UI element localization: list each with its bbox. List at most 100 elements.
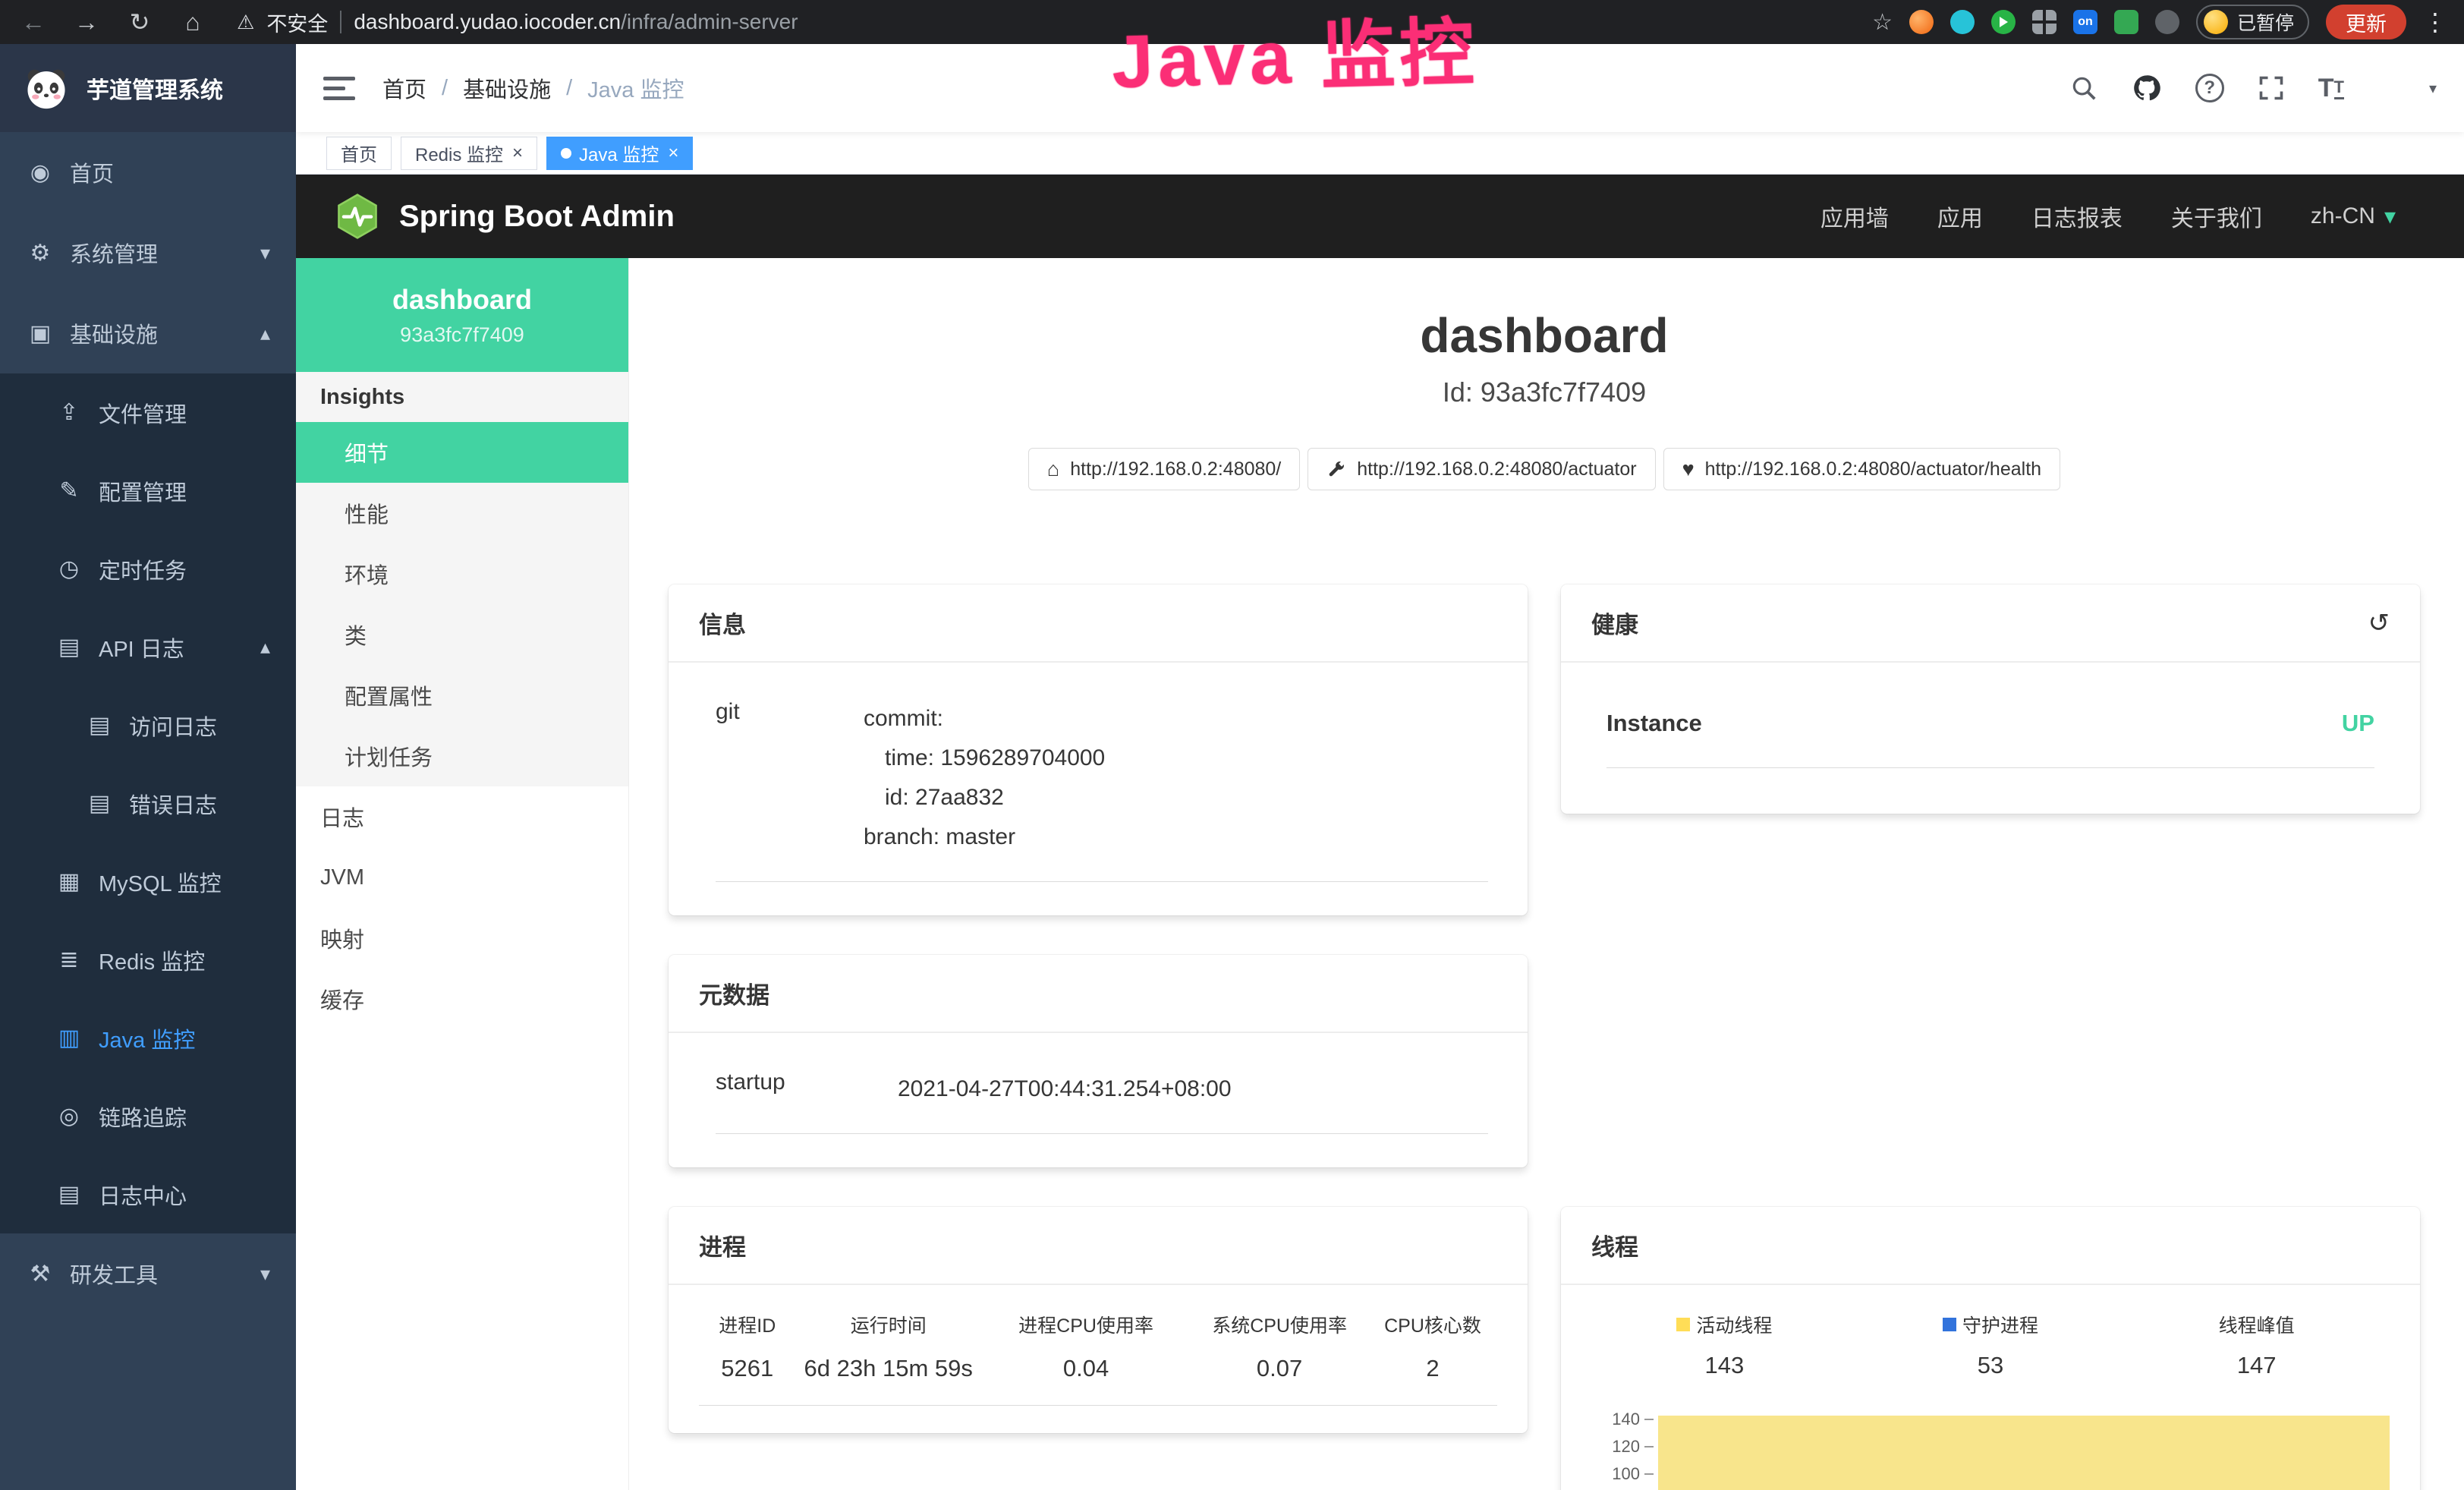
sba-nav-about[interactable]: 关于我们 xyxy=(2171,200,2262,233)
sidebar-item-label: Redis 监控 xyxy=(99,944,205,976)
font-size-icon[interactable]: TT xyxy=(2318,74,2344,103)
dashboard-icon: ◉ xyxy=(26,159,55,186)
sidebar-item-system-management[interactable]: ⚙ 系统管理 ▾ xyxy=(0,213,296,293)
detail-cards-grid: 信息 git commit: time: 1596289704000 id: 2… xyxy=(669,584,2420,1490)
extension-on-icon[interactable]: on xyxy=(2073,10,2097,34)
extension-grid-icon[interactable] xyxy=(2032,10,2056,34)
sidebar-item-java-monitor[interactable]: ▥ Java 监控 xyxy=(0,999,296,1077)
annotation-java-monitor: Java 监控 xyxy=(1110,0,1480,109)
sidebar-item-file-management[interactable]: ⇪ 文件管理 xyxy=(0,373,296,452)
sba-nav-applications[interactable]: 应用 xyxy=(1937,200,1983,233)
sba-item-classes[interactable]: 类 xyxy=(296,604,628,665)
health-instance-label: Instance xyxy=(1606,710,1702,737)
sidebar-item-label: 文件管理 xyxy=(99,397,187,429)
y-axis-tick xyxy=(1644,1473,1654,1475)
page-url[interactable]: dashboard.yudao.iocoder.cn/infra/admin-s… xyxy=(354,10,798,34)
sba-brand[interactable]: Spring Boot Admin xyxy=(334,193,675,240)
sba-nav-links: 应用墙 应用 日志报表 关于我们 zh-CN ▾ xyxy=(1820,200,2426,233)
back-icon[interactable]: ← xyxy=(17,8,50,36)
service-url: http://192.168.0.2:48080/ xyxy=(1070,458,1281,480)
sba-item-jvm[interactable]: JVM xyxy=(296,847,628,908)
legend-label: 守护进程 xyxy=(1962,1311,2038,1338)
tab-home[interactable]: 首页 xyxy=(326,137,392,170)
bookmark-star-icon[interactable]: ☆ xyxy=(1872,9,1893,36)
github-icon[interactable] xyxy=(2132,73,2162,103)
sba-item-environment[interactable]: 环境 xyxy=(296,543,628,604)
refresh-icon[interactable]: ↻ xyxy=(123,8,156,36)
sidebar-logo-row[interactable]: 芋道管理系统 xyxy=(0,44,296,132)
actuator-url-link[interactable]: http://192.168.0.2:48080/actuator xyxy=(1308,448,1655,490)
infrastructure-icon: ▣ xyxy=(26,320,55,347)
profile-paused-badge[interactable]: 已暂停 xyxy=(2196,5,2309,39)
sidebar-item-api-logs[interactable]: ▤ API 日志 ▴ xyxy=(0,608,296,686)
sba-item-details[interactable]: 细节 xyxy=(296,422,628,483)
browser-update-button[interactable]: 更新 xyxy=(2326,5,2406,39)
service-url-link[interactable]: ⌂ http://192.168.0.2:48080/ xyxy=(1028,448,1300,490)
sba-nav-wallboard[interactable]: 应用墙 xyxy=(1820,200,1889,233)
insights-section-label: Insights xyxy=(296,372,628,422)
status-badge: UP xyxy=(2342,710,2374,737)
browser-home-icon[interactable]: ⌂ xyxy=(176,8,209,36)
sidebar-item-dev-tools[interactable]: ⚒ 研发工具 ▾ xyxy=(0,1233,296,1314)
sba-sidebar: dashboard 93a3fc7f7409 Insights 细节 性能 环境… xyxy=(296,258,629,1490)
paused-label: 已暂停 xyxy=(2237,8,2294,36)
y-axis-label: 100 xyxy=(1591,1464,1640,1484)
sidebar-item-label: 定时任务 xyxy=(99,553,187,585)
sidebar-item-config-management[interactable]: ✎ 配置管理 xyxy=(0,452,296,530)
extension-icon[interactable] xyxy=(2114,10,2138,34)
extension-icon[interactable] xyxy=(1950,10,1975,34)
fullscreen-icon[interactable] xyxy=(2258,74,2285,102)
warning-icon: ⚠ xyxy=(237,11,254,34)
user-avatar[interactable]: ▾ xyxy=(2377,65,2437,111)
sidebar-item-mysql-monitor[interactable]: ▦ MySQL 监控 xyxy=(0,843,296,921)
git-id-line: id: 27aa832 xyxy=(864,778,1105,817)
sba-item-mappings[interactable]: 映射 xyxy=(296,908,628,969)
sidebar-item-error-logs[interactable]: ▤ 错误日志 xyxy=(0,764,296,843)
extension-icon[interactable] xyxy=(1909,10,1934,34)
process-card: 进程 进程ID 运行时间 进程CPU使用率 系统CPU使用率 CPU核心数 xyxy=(669,1207,1528,1433)
sidebar-item-tracing[interactable]: ◎ 链路追踪 xyxy=(0,1077,296,1155)
tab-java-monitor[interactable]: Java 监控 × xyxy=(546,137,693,170)
sidebar-item-access-logs[interactable]: ▤ 访问日志 xyxy=(0,686,296,764)
browser-menu-icon[interactable]: ⋮ xyxy=(2423,8,2447,36)
sidebar-item-infrastructure[interactable]: ▣ 基础设施 ▴ xyxy=(0,293,296,373)
infrastructure-submenu: ⇪ 文件管理 ✎ 配置管理 ◷ 定时任务 ▤ API 日志 ▴ ▤ 访问日志 ▤ xyxy=(0,373,296,1233)
legend-live-threads: 活动线程 143 xyxy=(1591,1311,1858,1379)
sidebar-item-label: 研发工具 xyxy=(70,1258,158,1290)
extensions-puzzle-icon[interactable] xyxy=(2155,10,2179,34)
close-icon[interactable]: × xyxy=(668,143,678,164)
browser-right-cluster: ☆ on 已暂停 更新 ⋮ xyxy=(1872,5,2447,39)
hamburger-icon[interactable] xyxy=(323,77,355,100)
col-uptime: 运行时间 xyxy=(796,1311,981,1338)
search-icon[interactable] xyxy=(2069,74,2098,102)
address-bar[interactable]: ⚠ 不安全 dashboard.yudao.iocoder.cn/infra/a… xyxy=(237,8,798,37)
sidebar-item-scheduled-jobs[interactable]: ◷ 定时任务 xyxy=(0,530,296,608)
breadcrumb-infrastructure[interactable]: 基础设施 xyxy=(463,72,551,104)
val-pid: 5261 xyxy=(699,1355,796,1382)
close-icon[interactable]: × xyxy=(512,143,523,164)
sidebar-item-home[interactable]: ◉ 首页 xyxy=(0,132,296,213)
history-icon[interactable]: ↺ xyxy=(2368,608,2390,638)
help-icon[interactable]: ? xyxy=(2195,74,2224,102)
sba-locale-select[interactable]: zh-CN ▾ xyxy=(2311,203,2396,230)
sidebar-item-log-center[interactable]: ▤ 日志中心 xyxy=(0,1155,296,1233)
sba-item-scheduled-tasks[interactable]: 计划任务 xyxy=(296,726,628,786)
tab-redis-monitor[interactable]: Redis 监控 × xyxy=(401,137,537,170)
sba-item-performance[interactable]: 性能 xyxy=(296,483,628,543)
extension-icon[interactable] xyxy=(1991,10,2016,34)
sidebar-item-label: 系统管理 xyxy=(70,237,158,269)
sba-nav-journal[interactable]: 日志报表 xyxy=(2031,200,2123,233)
forward-icon[interactable]: → xyxy=(70,8,103,36)
sidebar-item-redis-monitor[interactable]: ≣ Redis 监控 xyxy=(0,921,296,999)
sba-instance-header[interactable]: dashboard 93a3fc7f7409 xyxy=(296,258,628,372)
spring-boot-admin-logo-icon xyxy=(334,193,381,240)
security-label[interactable]: 不安全 xyxy=(266,8,328,37)
sba-item-loggers[interactable]: 日志 xyxy=(296,786,628,847)
breadcrumb-home[interactable]: 首页 xyxy=(382,72,426,104)
sba-item-caches[interactable]: 缓存 xyxy=(296,969,628,1029)
info-key: git xyxy=(716,699,864,857)
col-cpu-cores: CPU核心数 xyxy=(1368,1311,1497,1338)
sba-navbar: Spring Boot Admin 应用墙 应用 日志报表 关于我们 zh-CN… xyxy=(296,175,2464,258)
sba-item-config-properties[interactable]: 配置属性 xyxy=(296,665,628,726)
health-url-link[interactable]: ♥ http://192.168.0.2:48080/actuator/heal… xyxy=(1663,448,2060,490)
